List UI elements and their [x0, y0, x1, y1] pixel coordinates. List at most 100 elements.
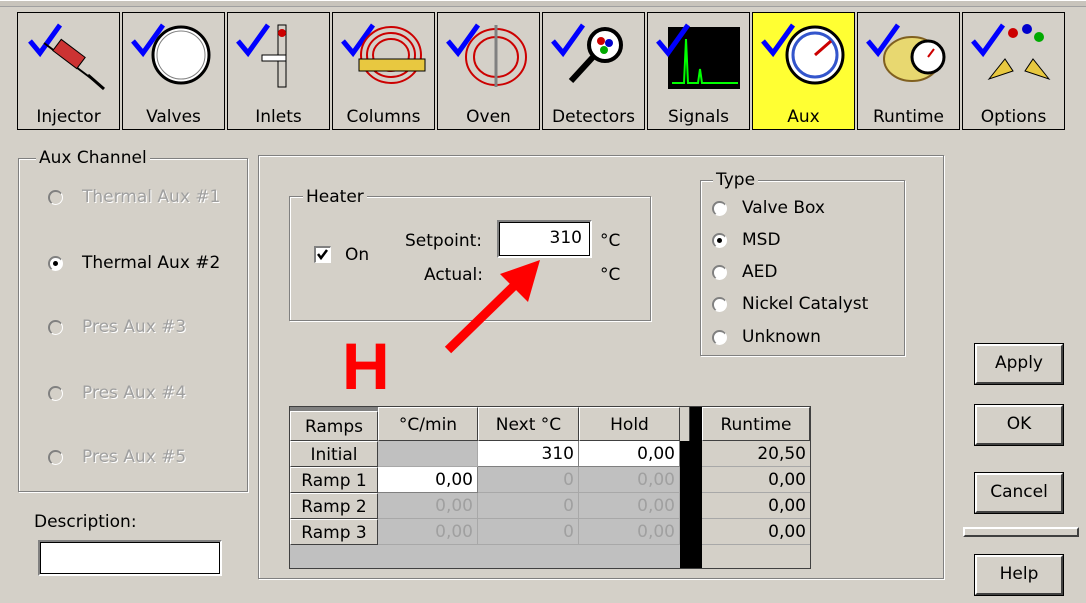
type-msd-label: MSD — [742, 230, 781, 250]
toolbar-label: Runtime — [872, 107, 944, 127]
toolbar-inlets-button[interactable]: Inlets — [227, 12, 330, 130]
radio-selected-dot — [717, 238, 722, 243]
ramps-initial-rate — [378, 441, 478, 467]
ok-button[interactable]: OK — [974, 404, 1064, 446]
inlets-icon — [236, 23, 287, 88]
toolbar-label: Valves — [146, 107, 201, 127]
pres-aux-3-label: Pres Aux #3 — [82, 317, 187, 337]
toolbar-label: Columns — [346, 107, 421, 127]
ramps-empty-area — [290, 545, 680, 568]
ramps-row-initial-name: Initial — [290, 441, 378, 467]
pres-aux-4-radio[interactable] — [48, 386, 63, 401]
ramps-divider — [680, 407, 702, 568]
thermal-aux-1-radio[interactable] — [48, 190, 63, 205]
ramps-ramp3-runtime: 0,00 — [702, 519, 810, 545]
type-aed-label: AED — [742, 262, 778, 282]
ramps-ramp2-runtime: 0,00 — [702, 493, 810, 519]
toolbar-detectors-button[interactable]: Detectors — [542, 12, 645, 130]
toolbar-injector-button[interactable]: Injector — [17, 12, 120, 130]
heater-title: Heater — [303, 187, 367, 207]
toolbar-runtime-button[interactable]: Runtime — [857, 12, 960, 130]
radio-selected-dot — [53, 261, 58, 266]
actual-unit: °C — [600, 265, 621, 285]
type-valve-box-radio[interactable] — [712, 201, 727, 216]
ramps-row-ramp1-name: Ramp 1 — [290, 467, 378, 493]
type-valve-box-label: Valve Box — [742, 198, 825, 218]
signals-chart-icon — [656, 23, 740, 89]
ramps-ramp2-next: 0 — [478, 493, 579, 519]
toolbar-aux-button[interactable]: Aux — [752, 12, 855, 130]
toolbar-label: Inlets — [255, 107, 302, 127]
type-nickel-catalyst-radio[interactable] — [712, 297, 727, 312]
thermal-aux-2-radio[interactable] — [48, 256, 63, 271]
ramps-table: Ramps °C/min Next °C Hold Runtime Initia… — [289, 406, 811, 569]
ramps-empty-area — [702, 545, 810, 568]
type-nickel-catalyst-label: Nickel Catalyst — [742, 294, 869, 314]
ramps-header-rate: °C/min — [378, 407, 478, 441]
type-unknown-label: Unknown — [742, 327, 821, 347]
ramps-row-ramp3-name: Ramp 3 — [290, 519, 378, 545]
ramps-ramp1-next: 0 — [478, 467, 579, 493]
toolbar-columns-button[interactable]: Columns — [332, 12, 435, 130]
pres-aux-3-radio[interactable] — [48, 320, 63, 335]
type-msd-radio[interactable] — [712, 233, 727, 248]
apply-button[interactable]: Apply — [974, 343, 1064, 385]
toolbar-options-button[interactable]: Options — [962, 12, 1065, 130]
window-top-edge — [0, 1, 1086, 7]
ramps-initial-runtime: 20,50 — [702, 441, 810, 467]
aux-gauge-icon — [761, 23, 845, 85]
toolbar-label: Injector — [36, 107, 101, 127]
annotation-arrow-icon — [444, 260, 540, 354]
injector-syringe-icon — [28, 23, 105, 91]
pres-aux-4-label: Pres Aux #4 — [82, 383, 187, 403]
ramps-ramp3-rate: 0,00 — [378, 519, 478, 545]
toolbar-label: Signals — [667, 107, 730, 127]
setpoint-label: Setpoint: — [405, 231, 482, 251]
ramps-ramp2-rate: 0,00 — [378, 493, 478, 519]
ramps-header-hold: Hold — [579, 407, 680, 441]
heater-on-checkbox[interactable] — [314, 246, 331, 263]
options-icon — [971, 23, 1051, 81]
oven-icon — [446, 23, 527, 87]
ramps-ramp3-next: 0 — [478, 519, 579, 545]
pres-aux-5-radio[interactable] — [48, 450, 63, 465]
description-label: Description: — [34, 512, 137, 532]
heater-on-label: On — [345, 245, 370, 265]
toolbar-oven-button[interactable]: Oven — [437, 12, 540, 130]
ramps-ramp1-hold: 0,00 — [579, 467, 680, 493]
toolbar-label: Options — [980, 107, 1047, 127]
toolbar-valves-button[interactable]: Valves — [122, 12, 225, 130]
thermal-aux-1-label: Thermal Aux #1 — [82, 187, 221, 207]
ramps-ramp3-hold: 0,00 — [579, 519, 680, 545]
columns-icon — [341, 23, 426, 84]
valves-icon — [131, 23, 211, 85]
ramps-ramp1-rate[interactable]: 0,00 — [378, 467, 478, 493]
ramps-ramp1-runtime: 0,00 — [702, 467, 810, 493]
setpoint-unit: °C — [600, 231, 621, 251]
runtime-stopwatch-icon — [866, 23, 946, 82]
cancel-button[interactable]: Cancel — [974, 472, 1064, 514]
ramps-row-ramp2-name: Ramp 2 — [290, 493, 378, 519]
toolbar-label: Oven — [466, 107, 511, 127]
type-aed-radio[interactable] — [712, 265, 727, 280]
button-separator — [963, 527, 1079, 537]
ramps-header-ramps: Ramps — [290, 411, 378, 441]
ramps-ramp2-hold: 0,00 — [579, 493, 680, 519]
pres-aux-5-label: Pres Aux #5 — [82, 447, 187, 467]
detectors-magnifier-icon — [551, 23, 623, 84]
toolbar-signals-button[interactable]: Signals — [647, 12, 750, 130]
thermal-aux-2-label: Thermal Aux #2 — [82, 253, 221, 273]
toolbar-label: Detectors — [552, 107, 635, 127]
ramps-initial-hold[interactable]: 0,00 — [579, 441, 680, 467]
type-unknown-radio[interactable] — [712, 330, 727, 345]
checkmark-icon — [317, 249, 328, 261]
type-title: Type — [713, 170, 759, 190]
aux-channel-title: Aux Channel — [36, 148, 150, 168]
ramps-header-runtime: Runtime — [702, 407, 810, 441]
description-input[interactable] — [38, 540, 222, 576]
annotation-letter-h: H — [342, 329, 390, 403]
ramps-header-next: Next °C — [478, 407, 579, 441]
toolbar-label: Aux — [787, 107, 820, 127]
help-button[interactable]: Help — [974, 554, 1064, 596]
ramps-initial-next[interactable]: 310 — [478, 441, 579, 467]
